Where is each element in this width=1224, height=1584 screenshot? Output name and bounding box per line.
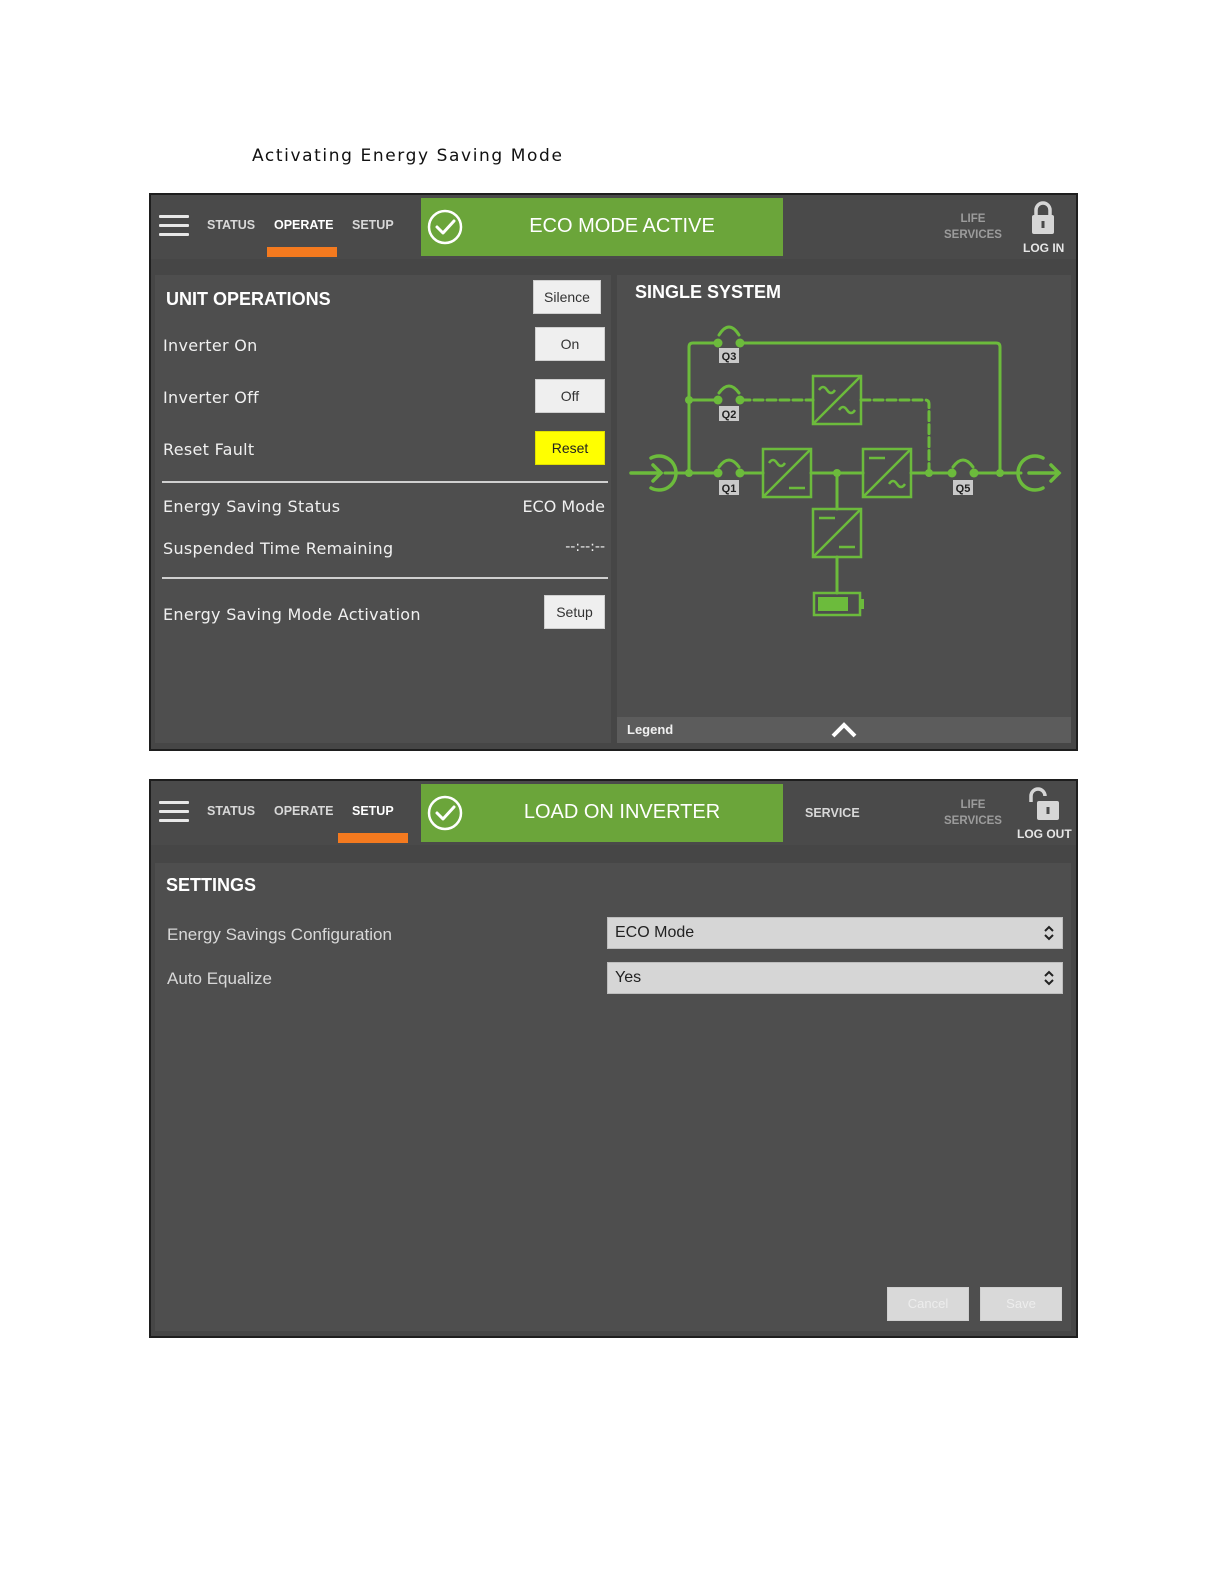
battery-icon xyxy=(818,597,848,611)
lock-closed-icon[interactable] xyxy=(1025,200,1061,236)
screen-eco-mode-active: STATUS OPERATE SETUP ECO MODE ACTIVE LIF… xyxy=(149,193,1078,751)
inverter-on-label: Inverter On xyxy=(163,336,258,355)
energy-savings-config-select[interactable]: ECO Mode xyxy=(607,917,1063,949)
select-arrows-icon xyxy=(1044,970,1054,986)
suspended-time-value: --:--:-- xyxy=(565,539,605,555)
life-services-button[interactable]: LIFE SERVICES xyxy=(935,211,1011,243)
single-system-panel: SINGLE SYSTEM Q3 Q2 Q1 Q5 Legend xyxy=(617,275,1071,743)
life-services-line1: LIFE xyxy=(960,213,986,225)
tab-setup[interactable]: SETUP xyxy=(352,218,394,232)
auto-equalize-label: Auto Equalize xyxy=(167,969,272,988)
energy-saving-status-value: ECO Mode xyxy=(522,497,605,516)
divider xyxy=(162,481,608,483)
silence-button[interactable]: Silence xyxy=(533,280,601,314)
tab-operate[interactable]: OPERATE xyxy=(274,218,334,232)
active-tab-indicator xyxy=(267,247,337,257)
switch-label-q2: Q2 xyxy=(722,409,737,421)
single-line-diagram: Q3 Q2 Q1 Q5 xyxy=(629,325,1062,617)
tab-status[interactable]: STATUS xyxy=(207,804,255,818)
reset-fault-label: Reset Fault xyxy=(163,440,255,459)
lock-open-icon[interactable] xyxy=(1025,786,1061,822)
settings-panel: SETTINGS Energy Savings Configuration EC… xyxy=(155,863,1071,1331)
logout-label[interactable]: LOG OUT xyxy=(1017,827,1072,841)
setup-button[interactable]: Setup xyxy=(544,595,605,629)
tab-setup[interactable]: SETUP xyxy=(352,804,394,818)
switch-label-q3: Q3 xyxy=(722,351,737,363)
life-services-line2: SERVICES xyxy=(944,815,1002,827)
menu-icon[interactable] xyxy=(159,801,189,825)
banner-text: LOAD ON INVERTER xyxy=(523,801,721,823)
switch-label-q1: Q1 xyxy=(722,483,737,495)
menu-icon[interactable] xyxy=(159,215,189,239)
status-banner: ECO MODE ACTIVE xyxy=(421,198,783,256)
energy-saving-activation-label: Energy Saving Mode Activation xyxy=(163,605,421,624)
legend-label: Legend xyxy=(627,722,674,737)
document-title: Activating Energy Saving Mode xyxy=(252,146,564,166)
life-services-button[interactable]: LIFE SERVICES xyxy=(935,797,1011,829)
chevron-up-icon[interactable] xyxy=(831,722,857,738)
unit-operations-panel: UNIT OPERATIONS Silence Inverter On On I… xyxy=(155,275,611,743)
unit-operations-title: UNIT OPERATIONS xyxy=(166,289,331,309)
legend-bar[interactable]: Legend xyxy=(617,717,1071,743)
output-icon xyxy=(1016,454,1062,492)
top-bar: STATUS OPERATE SETUP ECO MODE ACTIVE LIF… xyxy=(151,195,1076,259)
tab-operate[interactable]: OPERATE xyxy=(274,804,334,818)
select-arrows-icon xyxy=(1044,925,1054,941)
life-services-line1: LIFE xyxy=(960,799,986,811)
status-banner: LOAD ON INVERTER xyxy=(421,784,783,842)
auto-equalize-select[interactable]: Yes xyxy=(607,962,1063,994)
tab-status[interactable]: STATUS xyxy=(207,218,255,232)
cancel-button[interactable]: Cancel xyxy=(887,1287,969,1321)
save-button[interactable]: Save xyxy=(980,1287,1062,1321)
inverter-on-button[interactable]: On xyxy=(535,327,605,361)
energy-savings-config-label: Energy Savings Configuration xyxy=(167,925,392,944)
energy-savings-config-value: ECO Mode xyxy=(615,924,695,941)
check-circle-icon xyxy=(427,795,463,831)
banner-text: ECO MODE ACTIVE xyxy=(529,215,715,237)
check-circle-icon xyxy=(427,209,463,245)
screen-settings: STATUS OPERATE SETUP LOAD ON INVERTER SE… xyxy=(149,779,1078,1338)
active-tab-indicator xyxy=(338,833,408,843)
auto-equalize-value: Yes xyxy=(615,969,642,986)
login-label[interactable]: LOG IN xyxy=(1023,241,1064,255)
inverter-off-button[interactable]: Off xyxy=(535,379,605,413)
tab-service[interactable]: SERVICE xyxy=(805,806,860,820)
switch-label-q5: Q5 xyxy=(956,483,971,495)
life-services-line2: SERVICES xyxy=(944,229,1002,241)
divider xyxy=(162,577,608,579)
settings-title: SETTINGS xyxy=(166,875,257,895)
reset-fault-button[interactable]: Reset xyxy=(535,431,605,465)
top-bar: STATUS OPERATE SETUP LOAD ON INVERTER SE… xyxy=(151,781,1076,845)
inverter-off-label: Inverter Off xyxy=(163,388,259,407)
switch-q3-arc xyxy=(717,325,741,337)
suspended-time-label: Suspended Time Remaining xyxy=(163,539,394,558)
energy-saving-status-label: Energy Saving Status xyxy=(163,497,341,516)
